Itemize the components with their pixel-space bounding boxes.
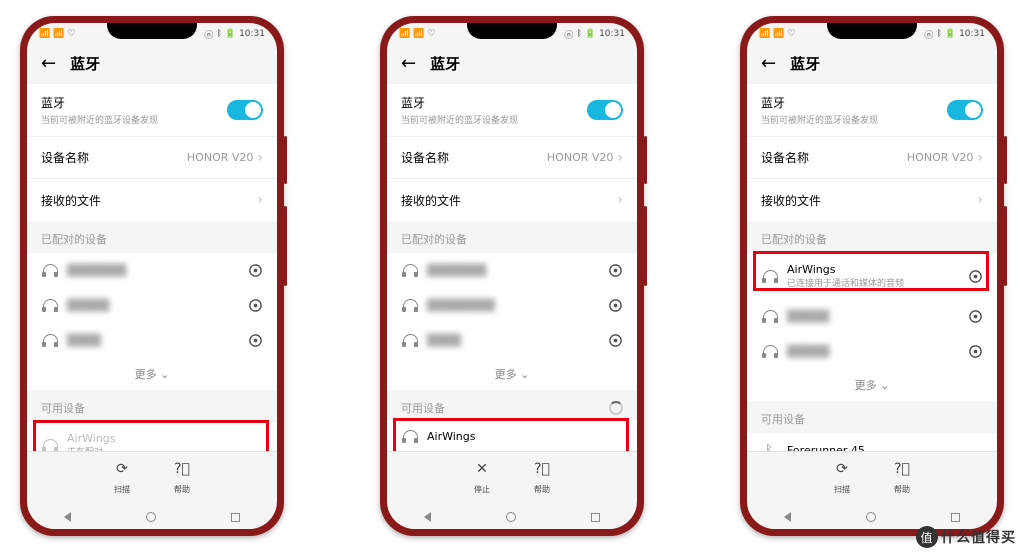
paired-device-item[interactable]: ████ (387, 323, 637, 358)
gear-icon[interactable] (248, 333, 263, 348)
paired-device-item[interactable]: ████ (27, 323, 277, 358)
paired-device-item[interactable]: ████████ (387, 288, 637, 323)
device-name-row[interactable]: 设备名称HONOR V20 (387, 137, 637, 179)
page-header: ← 蓝牙 (27, 41, 277, 84)
phone-notch (107, 23, 197, 39)
gear-icon[interactable] (968, 344, 983, 359)
available-section-label: 可用设备 (401, 400, 445, 416)
watermark-text: 什么值得买 (941, 527, 1016, 547)
more-button[interactable]: 更多 (27, 358, 277, 390)
device-name-value: HONOR V20 (187, 150, 263, 166)
nav-home-icon[interactable] (866, 512, 876, 522)
back-arrow-icon[interactable]: ← (41, 55, 56, 73)
phone-mockup-1: 📶📶♡ ⓝᛒ🔋10:31 ← 蓝牙 蓝牙当前可被附近的蓝牙设备发现 设备名称 H… (20, 16, 284, 536)
gear-icon[interactable] (608, 263, 623, 278)
paired-device-item[interactable]: █████ (27, 288, 277, 323)
available-device-airwings[interactable]: AirWings正在配对 (27, 422, 277, 451)
headphones-icon (761, 270, 777, 283)
gear-icon[interactable] (608, 298, 623, 313)
status-time: 10:31 (959, 29, 985, 39)
stop-button[interactable]: ✕停止 (474, 461, 490, 496)
paired-device-item[interactable]: █████ (747, 334, 997, 369)
bluetooth-toggle-row[interactable]: 蓝牙当前可被附近的蓝牙设备发现 (747, 84, 997, 137)
scanning-spinner-icon (609, 401, 623, 415)
page-header: ← 蓝牙 (747, 41, 997, 84)
headphones-icon (41, 264, 57, 277)
bluetooth-toggle-row[interactable]: 蓝牙当前可被附近的蓝牙设备发现 (27, 84, 277, 137)
bottom-toolbar: ⟳扫描 ?⃝帮助 (27, 451, 277, 505)
device-name-row[interactable]: 设备名称HONOR V20 (747, 137, 997, 179)
page-title: 蓝牙 (430, 53, 460, 74)
gear-icon[interactable] (968, 269, 983, 284)
android-nav-bar (387, 505, 637, 529)
headphones-icon (761, 310, 777, 323)
nav-back-icon[interactable] (424, 512, 431, 522)
page-header: ← 蓝牙 (387, 41, 637, 84)
back-arrow-icon[interactable]: ← (401, 55, 416, 73)
available-device-item[interactable]: ᛒForerunner 45 (747, 433, 997, 451)
watermark: 值 什么值得买 (916, 526, 1016, 548)
headphones-icon (401, 299, 417, 312)
bottom-toolbar: ✕停止 ?⃝帮助 (387, 451, 637, 505)
watermark-icon: 值 (916, 526, 938, 548)
help-button[interactable]: ?⃝帮助 (534, 461, 550, 496)
page-title: 蓝牙 (70, 53, 100, 74)
scan-button[interactable]: ⟳扫描 (834, 461, 850, 496)
gear-icon[interactable] (608, 333, 623, 348)
help-button[interactable]: ?⃝帮助 (174, 461, 190, 496)
android-nav-bar (27, 505, 277, 529)
headphones-icon (401, 264, 417, 277)
nav-recents-icon[interactable] (591, 513, 600, 522)
nav-back-icon[interactable] (64, 512, 71, 522)
help-button[interactable]: ?⃝帮助 (894, 461, 910, 496)
received-files-row[interactable]: 接收的文件 (387, 179, 637, 221)
available-section-label: 可用设备 (27, 390, 277, 422)
status-time: 10:31 (239, 29, 265, 39)
received-files-row[interactable]: 接收的文件 (747, 179, 997, 221)
headphones-icon (401, 430, 417, 443)
bluetooth-toggle-row[interactable]: 蓝牙当前可被附近的蓝牙设备发现 (387, 84, 637, 137)
gear-icon[interactable] (968, 309, 983, 324)
nav-home-icon[interactable] (506, 512, 516, 522)
phone-mockup-3: 📶📶♡ ⓝᛒ🔋10:31 ← 蓝牙 蓝牙当前可被附近的蓝牙设备发现 设备名称HO… (740, 16, 1004, 536)
gear-icon[interactable] (248, 263, 263, 278)
phone-notch (467, 23, 557, 39)
bluetooth-toggle[interactable] (587, 100, 623, 120)
headphones-icon (401, 334, 417, 347)
page-title: 蓝牙 (790, 53, 820, 74)
available-section-label: 可用设备 (747, 401, 997, 433)
paired-section-label: 已配对的设备 (747, 221, 997, 253)
headphones-icon (41, 439, 57, 452)
phone-notch (827, 23, 917, 39)
bluetooth-toggle[interactable] (227, 100, 263, 120)
phone-mockup-2: 📶📶♡ ⓝᛒ🔋10:31 ← 蓝牙 蓝牙当前可被附近的蓝牙设备发现 设备名称HO… (380, 16, 644, 536)
status-time: 10:31 (599, 29, 625, 39)
headphones-icon (41, 299, 57, 312)
paired-section-label: 已配对的设备 (387, 221, 637, 253)
headphones-icon (41, 334, 57, 347)
back-arrow-icon[interactable]: ← (761, 55, 776, 73)
headphones-icon (761, 345, 777, 358)
bottom-toolbar: ⟳扫描 ?⃝帮助 (747, 451, 997, 505)
paired-section-label: 已配对的设备 (27, 221, 277, 253)
bluetooth-toggle[interactable] (947, 100, 983, 120)
bluetooth-icon: ᛒ (761, 443, 777, 451)
more-button[interactable]: 更多 (387, 358, 637, 390)
more-button[interactable]: 更多 (747, 369, 997, 401)
available-device-airwings[interactable]: AirWings (387, 420, 637, 451)
paired-device-airwings[interactable]: AirWings已连接用于通话和媒体的音频 (747, 253, 997, 299)
paired-device-item[interactable]: ███████ (387, 253, 637, 288)
nav-back-icon[interactable] (784, 512, 791, 522)
received-files-row[interactable]: 接收的文件 (27, 179, 277, 221)
nav-home-icon[interactable] (146, 512, 156, 522)
nav-recents-icon[interactable] (231, 513, 240, 522)
device-name-row[interactable]: 设备名称 HONOR V20 (27, 137, 277, 179)
gear-icon[interactable] (248, 298, 263, 313)
paired-device-item[interactable]: █████ (747, 299, 997, 334)
scan-button[interactable]: ⟳扫描 (114, 461, 130, 496)
nav-recents-icon[interactable] (951, 513, 960, 522)
paired-device-item[interactable]: ███████ (27, 253, 277, 288)
